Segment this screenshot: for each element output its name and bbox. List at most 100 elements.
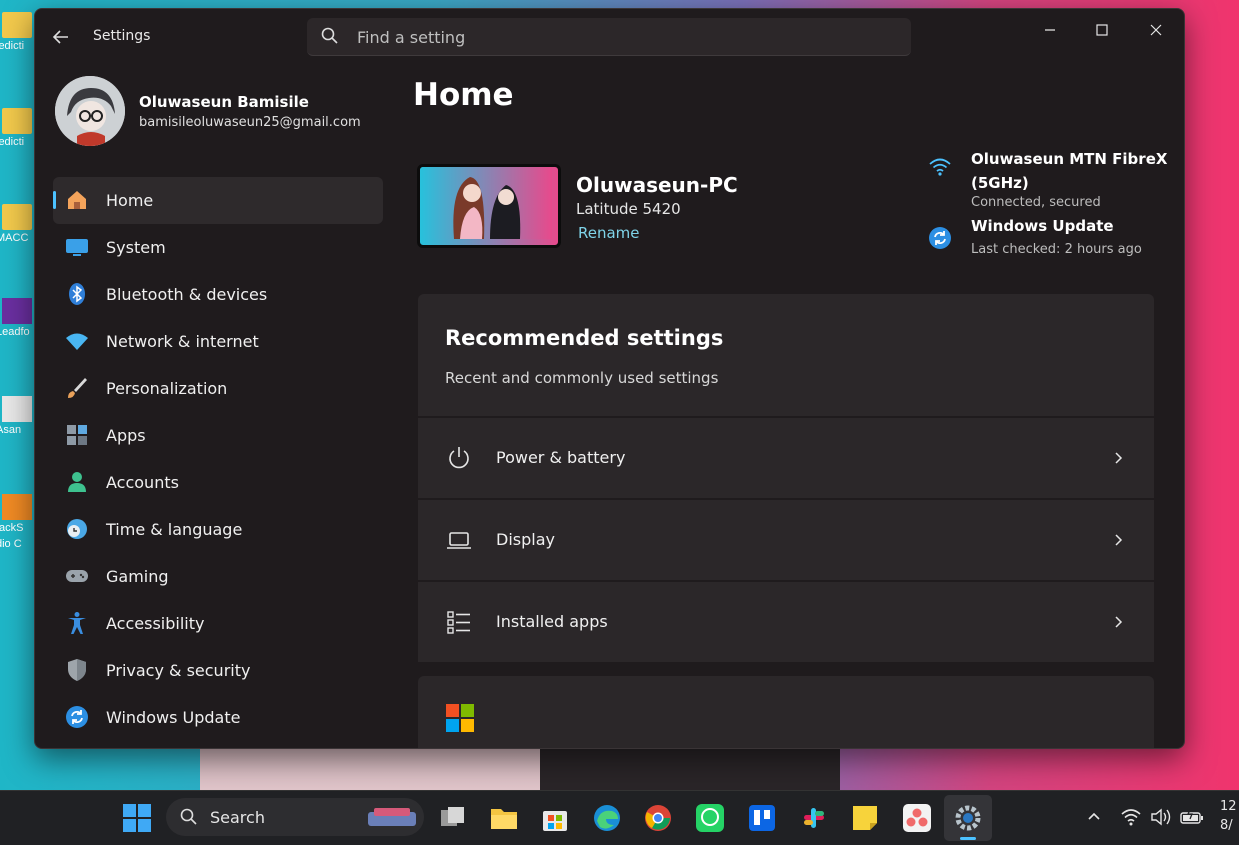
shield-icon bbox=[68, 659, 86, 681]
sidebar-item-bluetooth[interactable]: Bluetooth & devices bbox=[53, 271, 383, 318]
windows-update-status: Last checked: 2 hours ago bbox=[971, 242, 1142, 257]
gamepad-icon bbox=[66, 570, 88, 582]
sidebar-item-label: Windows Update bbox=[106, 708, 241, 727]
microsoft-store-icon[interactable] bbox=[540, 803, 570, 833]
desktop-icon-label: Leadfo bbox=[0, 326, 30, 338]
avatar-illustration-icon bbox=[55, 76, 125, 146]
desktop-icon-label: dio C bbox=[0, 538, 22, 550]
recommended-title: Recommended settings bbox=[445, 326, 724, 350]
desktop-asana-icon[interactable]: Asan bbox=[0, 396, 32, 436]
list-icon bbox=[447, 611, 470, 634]
whatsapp-icon[interactable] bbox=[695, 803, 725, 833]
desktop-icon-label: Asan bbox=[0, 424, 22, 436]
trello-icon[interactable] bbox=[747, 803, 777, 833]
sidebar-item-personalization[interactable]: Personalization bbox=[53, 365, 383, 412]
sidebar-item-privacy[interactable]: Privacy & security bbox=[53, 647, 383, 694]
network-name[interactable]: Oluwaseun MTN FibreX (5GHz) bbox=[971, 147, 1171, 195]
rename-link[interactable]: Rename bbox=[578, 224, 640, 242]
wallpaper-preview-icon bbox=[420, 167, 552, 239]
desktop-folder-icon[interactable]: MACC bbox=[0, 204, 32, 244]
user-profile[interactable]: Oluwaseun Bamisile bamisileoluwaseun25@g… bbox=[55, 76, 395, 148]
maximize-icon bbox=[1096, 24, 1108, 36]
battery-charging-icon[interactable] bbox=[1180, 807, 1204, 827]
sidebar-item-time-language[interactable]: Time & language bbox=[53, 506, 383, 553]
profile-email: bamisileoluwaseun25@gmail.com bbox=[139, 115, 361, 130]
device-name: Oluwaseun-PC bbox=[576, 173, 738, 197]
settings-taskbar-button[interactable] bbox=[944, 795, 992, 841]
apps-icon bbox=[67, 425, 87, 445]
asana-icon[interactable] bbox=[902, 803, 932, 833]
desktop-app-icon[interactable]: tackS dio C bbox=[0, 494, 32, 550]
sidebar-item-accessibility[interactable]: Accessibility bbox=[53, 600, 383, 647]
sidebar-item-home[interactable]: Home bbox=[53, 177, 383, 224]
accessibility-icon bbox=[68, 612, 86, 634]
clock-time: 12 bbox=[1220, 799, 1237, 814]
desktop-folder-icon[interactable]: ledicti bbox=[0, 108, 32, 148]
taskbar-search-label: Search bbox=[210, 808, 265, 827]
sticky-notes-icon[interactable] bbox=[850, 803, 880, 833]
profile-name: Oluwaseun Bamisile bbox=[139, 93, 309, 111]
recommended-subtitle: Recent and commonly used settings bbox=[445, 369, 719, 387]
wifi-icon bbox=[66, 333, 88, 350]
windows-update-title[interactable]: Windows Update bbox=[971, 217, 1114, 235]
taskbar: Search 12 8/ bbox=[0, 790, 1239, 845]
update-icon bbox=[66, 706, 88, 728]
search-icon bbox=[321, 27, 338, 44]
app-title: Settings bbox=[93, 28, 151, 44]
recommended-item-display[interactable]: Display bbox=[418, 500, 1154, 580]
wifi-icon bbox=[929, 158, 951, 176]
sidebar-item-label: Privacy & security bbox=[106, 661, 251, 680]
sidebar-item-label: Gaming bbox=[106, 567, 169, 586]
desktop-folder-icon[interactable]: ledicti bbox=[0, 12, 32, 52]
sidebar-item-windows-update[interactable]: Windows Update bbox=[53, 694, 383, 741]
search-input[interactable] bbox=[355, 25, 879, 49]
task-view-icon[interactable] bbox=[438, 803, 468, 833]
microsoft-logo-icon bbox=[446, 704, 474, 732]
recommended-item-label: Display bbox=[496, 530, 555, 549]
clock-date: 8/ bbox=[1220, 818, 1233, 833]
desktop-icon-label: tackS bbox=[0, 522, 24, 534]
settings-search-box[interactable] bbox=[307, 18, 911, 56]
chevron-right-icon bbox=[1115, 616, 1123, 628]
close-button[interactable] bbox=[1133, 17, 1179, 47]
sidebar-item-label: Home bbox=[106, 191, 154, 210]
recommended-item-installed-apps[interactable]: Installed apps bbox=[418, 582, 1154, 662]
device-wallpaper-thumbnail[interactable] bbox=[417, 164, 561, 248]
chrome-icon[interactable] bbox=[643, 803, 673, 833]
desktop-app-icon[interactable]: Leadfo bbox=[0, 298, 32, 338]
device-model: Latitude 5420 bbox=[576, 200, 681, 218]
back-button[interactable] bbox=[49, 25, 73, 49]
minimize-button[interactable] bbox=[1027, 17, 1073, 47]
sidebar-item-accounts[interactable]: Accounts bbox=[53, 459, 383, 506]
sidebar-item-label: Network & internet bbox=[106, 332, 259, 351]
chevron-up-icon[interactable] bbox=[1086, 808, 1102, 824]
sidebar-item-system[interactable]: System bbox=[53, 224, 383, 271]
recommended-item-power-battery[interactable]: Power & battery bbox=[418, 418, 1154, 498]
sidebar-item-label: Accounts bbox=[106, 473, 179, 492]
recommended-item-label: Power & battery bbox=[496, 448, 626, 467]
brush-icon bbox=[68, 378, 87, 398]
maximize-button[interactable] bbox=[1079, 17, 1125, 47]
sidebar-item-gaming[interactable]: Gaming bbox=[53, 553, 383, 600]
account-icon bbox=[68, 472, 86, 492]
arrow-left-icon bbox=[52, 30, 68, 44]
sidebar-item-label: System bbox=[106, 238, 166, 257]
minimize-icon bbox=[1045, 29, 1055, 31]
recommended-settings-card: Recommended settings Recent and commonly… bbox=[418, 294, 1154, 416]
sidebar-item-label: Accessibility bbox=[106, 614, 205, 633]
volume-icon[interactable] bbox=[1150, 807, 1172, 827]
close-icon bbox=[1150, 24, 1162, 36]
slack-icon[interactable] bbox=[799, 803, 829, 833]
clock-globe-icon bbox=[67, 519, 87, 539]
taskbar-search[interactable]: Search bbox=[166, 798, 424, 836]
wifi-tray-icon[interactable] bbox=[1120, 807, 1142, 827]
edge-icon[interactable] bbox=[592, 803, 622, 833]
bluetooth-icon bbox=[69, 283, 85, 305]
sidebar-item-apps[interactable]: Apps bbox=[53, 412, 383, 459]
desktop-icon-label: ledicti bbox=[0, 40, 25, 52]
file-explorer-icon[interactable] bbox=[489, 803, 519, 833]
windows-start-icon[interactable] bbox=[122, 803, 152, 833]
sidebar-item-label: Bluetooth & devices bbox=[106, 285, 268, 304]
sidebar-item-network[interactable]: Network & internet bbox=[53, 318, 383, 365]
system-clock[interactable]: 12 8/ bbox=[1220, 797, 1237, 835]
